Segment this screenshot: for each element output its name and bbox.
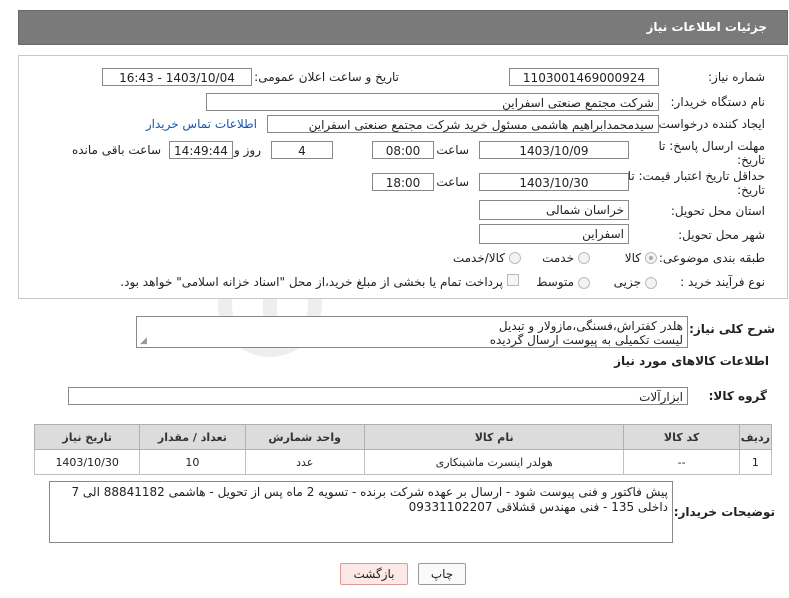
remaining-label: ساعت باقی مانده bbox=[71, 143, 161, 157]
city-label: شهر محل تحویل: bbox=[678, 228, 765, 242]
buyer-notes-label: توضیحات خریدار: bbox=[673, 505, 775, 519]
table-row[interactable]: 1 -- هولدر اینسرت ماشینکاری عدد 10 1403/… bbox=[33, 449, 773, 475]
validity-time-label: ساعت bbox=[436, 175, 469, 189]
cell-row: 1 bbox=[738, 449, 773, 475]
requester-label: ایجاد کننده درخواست: bbox=[654, 117, 765, 131]
process-partial-label: جزیی bbox=[613, 275, 641, 289]
print-button[interactable]: چاپ bbox=[418, 563, 466, 585]
reply-time-field[interactable]: 08:00 bbox=[372, 141, 434, 159]
validity-date-field[interactable]: 1403/10/30 bbox=[479, 173, 629, 191]
buyer-notes-line-1: پیش فاکتور و فنی پیوست شود - ارسال بر عه… bbox=[71, 485, 668, 499]
goods-table: ردیف کد کالا نام کالا واحد شمارش تعداد /… bbox=[33, 424, 773, 475]
reply-time-label: ساعت bbox=[436, 143, 469, 157]
treasury-checkbox[interactable] bbox=[507, 274, 519, 286]
announce-field[interactable]: 1403/10/04 - 16:43 bbox=[102, 68, 252, 86]
requester-field[interactable]: سیدمحمدابراهیم هاشمی مسئول خرید شرکت مجت… bbox=[267, 115, 659, 133]
buyer-org-field[interactable]: شرکت مجتمع صنعتی اسفراین bbox=[206, 93, 659, 111]
col-row: ردیف bbox=[738, 424, 773, 450]
cell-name: هولدر اینسرت ماشینکاری bbox=[363, 449, 625, 475]
description-line-2: لیست تکمیلی به پیوست ارسال گردیده bbox=[489, 333, 683, 347]
goods-group-label: گروه کالا: bbox=[708, 389, 767, 403]
goods-table-header: ردیف کد کالا نام کالا واحد شمارش تعداد /… bbox=[33, 424, 773, 450]
description-line-1: هلدر کفتراش،فسنگی،مازولار و تبدیل bbox=[498, 319, 683, 333]
cell-date: 1403/10/30 bbox=[33, 449, 141, 475]
category-service-radio[interactable] bbox=[578, 252, 590, 264]
reply-deadline-label-2: تاریخ: bbox=[737, 153, 765, 167]
process-partial-radio[interactable] bbox=[645, 277, 657, 289]
category-label: طبقه بندی موضوعی: bbox=[658, 251, 765, 265]
validity-time-field[interactable]: 18:00 bbox=[372, 173, 434, 191]
col-code: کد کالا bbox=[623, 424, 740, 450]
page-title: جزئیات اطلاعات نیاز bbox=[646, 20, 767, 34]
col-unit: واحد شمارش bbox=[244, 424, 365, 450]
need-number-label: شماره نیاز: bbox=[708, 70, 765, 84]
reply-deadline-label: مهلت ارسال پاسخ: تا bbox=[658, 139, 765, 153]
goods-section-title: اطلاعات کالاهای مورد نیاز bbox=[614, 354, 769, 368]
cell-qty: 10 bbox=[139, 449, 246, 475]
remaining-time-field[interactable]: 14:49:44 bbox=[169, 141, 233, 159]
col-qty: تعداد / مقدار bbox=[139, 424, 246, 450]
process-medium-label: متوسط bbox=[536, 275, 574, 289]
goods-group-field[interactable]: ابزارآلات bbox=[68, 387, 688, 405]
col-name: نام کالا bbox=[363, 424, 625, 450]
cell-code: -- bbox=[623, 449, 740, 475]
cell-unit: عدد bbox=[244, 449, 365, 475]
need-details-panel: شماره نیاز: 1103001469000924 تاریخ و ساع… bbox=[18, 55, 788, 299]
process-medium-radio[interactable] bbox=[578, 277, 590, 289]
category-service-label: خدمت bbox=[542, 251, 574, 265]
description-textarea[interactable]: هلدر کفتراش،فسنگی،مازولار و تبدیل لیست ت… bbox=[136, 316, 688, 348]
category-both-radio[interactable] bbox=[509, 252, 521, 264]
resize-grip-icon[interactable]: ◢ bbox=[140, 336, 147, 346]
province-label: استان محل تحویل: bbox=[670, 204, 765, 218]
buyer-org-label: نام دستگاه خریدار: bbox=[670, 95, 766, 109]
reply-date-field[interactable]: 1403/10/09 bbox=[479, 141, 629, 159]
description-label: شرح کلی نیاز: bbox=[689, 322, 775, 336]
province-field[interactable]: خراسان شمالی bbox=[479, 200, 629, 220]
days-field[interactable]: 4 bbox=[271, 141, 333, 159]
process-label: نوع فرآیند خرید : bbox=[680, 275, 765, 289]
price-validity-label-2: تاریخ: bbox=[737, 183, 765, 197]
back-button[interactable]: بازگشت bbox=[340, 563, 408, 585]
need-number-field[interactable]: 1103001469000924 bbox=[509, 68, 659, 86]
price-validity-label: حداقل تاریخ اعتبار قیمت: تا bbox=[627, 169, 765, 183]
category-goods-radio[interactable] bbox=[645, 252, 657, 264]
treasury-note: پرداخت تمام یا بخشی از مبلغ خرید،از محل … bbox=[120, 275, 503, 289]
buyer-notes-textarea[interactable]: پیش فاکتور و فنی پیوست شود - ارسال بر عه… bbox=[49, 481, 673, 543]
col-date: تاریخ نیاز bbox=[33, 424, 141, 450]
days-label: روز و bbox=[234, 143, 261, 157]
contact-buyer-link[interactable]: اطلاعات تماس خریدار bbox=[146, 117, 257, 131]
category-both-label: کالا/خدمت bbox=[452, 251, 505, 265]
category-goods-label: کالا bbox=[624, 251, 641, 265]
buyer-notes-line-2: داخلی 135 - فنی مهندس قشلاقی 09331102207 bbox=[408, 500, 668, 514]
city-field[interactable]: اسفراین bbox=[479, 224, 629, 244]
page-header: جزئیات اطلاعات نیاز bbox=[18, 10, 788, 45]
announce-label: تاریخ و ساعت اعلان عمومی: bbox=[254, 70, 399, 84]
